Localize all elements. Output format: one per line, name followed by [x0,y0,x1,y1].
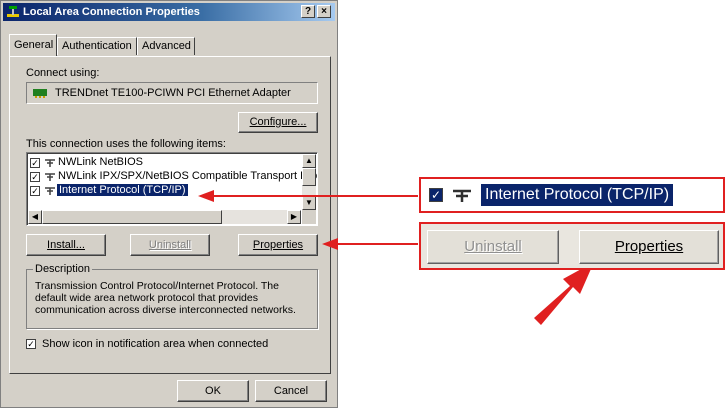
tab-general[interactable]: General [9,34,57,56]
zoomed-uninstall-button: Uninstall [427,230,559,264]
arrow-to-button-zoom [322,238,418,250]
zoomed-uninstall-label: Uninstall [464,238,522,255]
zoomed-properties-button: Properties [579,230,719,264]
zoomed-properties-label: Properties [614,238,684,255]
arrow-to-item-zoom [198,190,418,202]
zoomed-item-callout: ✓ Internet Protocol (TCP/IP) [419,177,725,213]
zoomed-protocol-icon [453,189,471,202]
zoomed-checkbox: ✓ [429,188,443,202]
zoomed-item-label: Internet Protocol (TCP/IP) [481,184,674,206]
zoomed-buttons-callout: Uninstall Properties [419,222,725,270]
